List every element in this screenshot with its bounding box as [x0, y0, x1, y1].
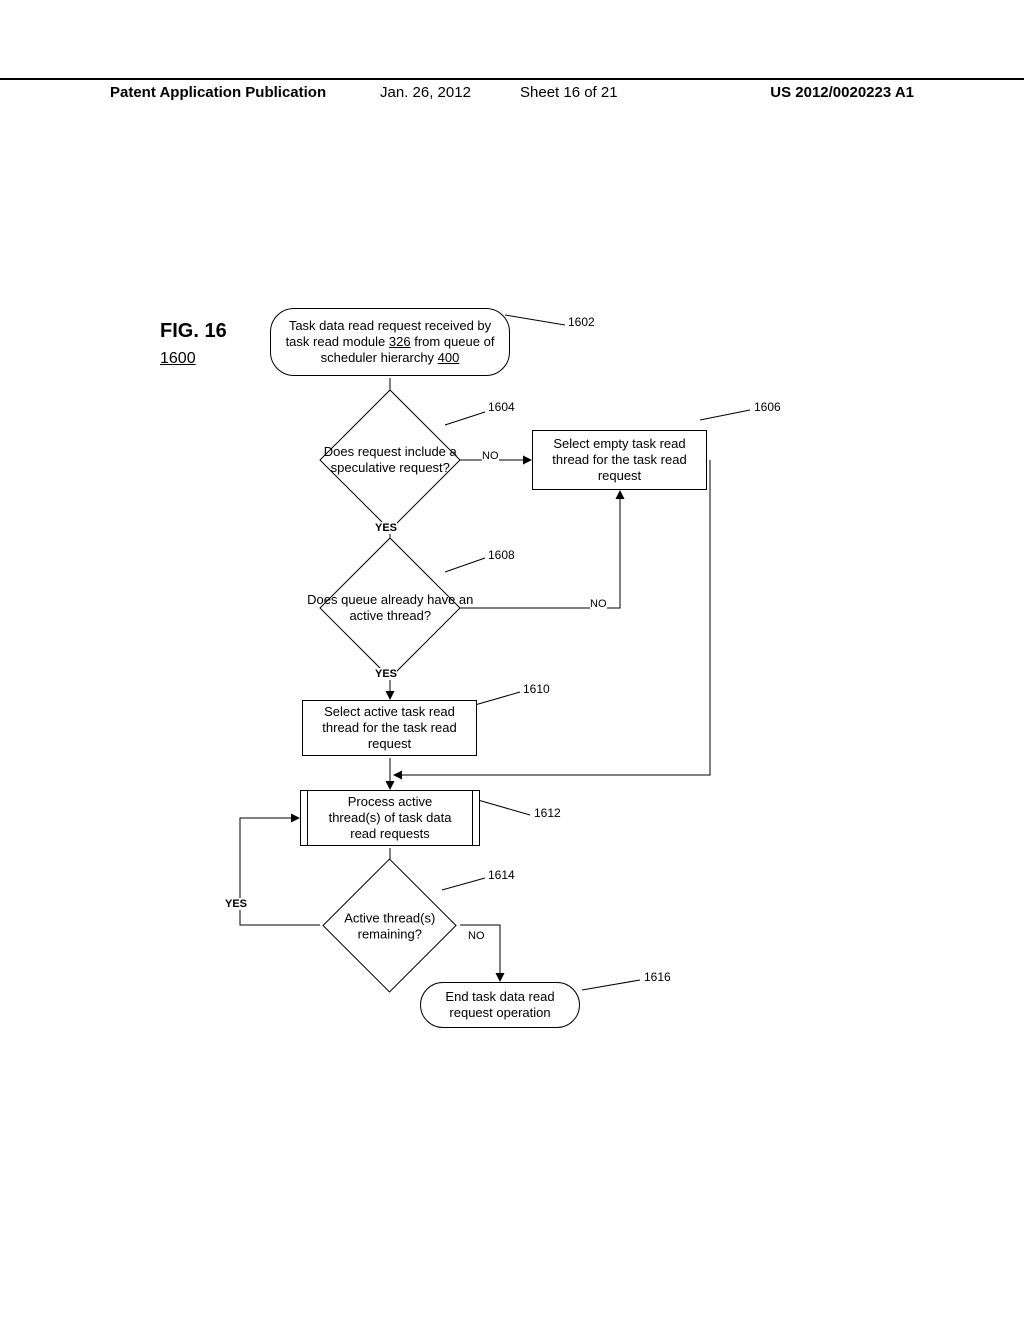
ref-1602: 1602	[568, 315, 595, 329]
n1602-line2-pre: task read module	[286, 334, 389, 349]
edge-1614-no: NO	[468, 930, 485, 942]
n1604-text: Does request include a speculative reque…	[305, 444, 475, 475]
n1616-text: End task data read request operation	[431, 989, 569, 1022]
ref-1616: 1616	[644, 970, 671, 984]
n1602-line2-post: from queue of	[411, 334, 495, 349]
n1612-text: Process active thread(s) of task data re…	[311, 794, 469, 843]
header-publication: Patent Application Publication	[110, 84, 326, 101]
node-process-active-threads: Process active thread(s) of task data re…	[300, 790, 480, 846]
n1602-line1: Task data read request received by	[289, 318, 491, 333]
ref-1604: 1604	[488, 400, 515, 414]
n1602-line3-u: 400	[438, 350, 460, 365]
header-date: Jan. 26, 2012	[380, 84, 471, 101]
n1606-text: Select empty task read thread for the ta…	[543, 436, 696, 485]
page-header: Patent Application Publication Jan. 26, …	[0, 78, 1024, 84]
edge-1604-no: NO	[482, 450, 499, 462]
n1614-text: Active thread(s) remaining?	[320, 910, 460, 941]
header-sheet: Sheet 16 of 21	[520, 84, 618, 101]
n1602-line3-pre: scheduler hierarchy	[321, 350, 438, 365]
node-end: End task data read request operation	[420, 982, 580, 1028]
edge-1608-yes: YES	[375, 668, 397, 680]
ref-1606: 1606	[754, 400, 781, 414]
edge-1608-no: NO	[590, 598, 607, 610]
n1608-text: Does queue already have an active thread…	[305, 592, 475, 623]
ref-1612: 1612	[534, 806, 561, 820]
figure-title: FIG. 16	[160, 320, 227, 343]
node-select-empty-thread: Select empty task read thread for the ta…	[532, 430, 707, 490]
n1602-line2-u: 326	[389, 334, 411, 349]
ref-1610: 1610	[523, 682, 550, 696]
edge-1614-yes: YES	[225, 898, 247, 910]
ref-1614: 1614	[488, 868, 515, 882]
node-select-active-thread: Select active task read thread for the t…	[302, 700, 477, 756]
header-pubno: US 2012/0020223 A1	[770, 84, 914, 101]
edge-1604-yes: YES	[375, 522, 397, 534]
flowchart: Task data read request received by task …	[220, 300, 820, 1120]
ref-1608: 1608	[488, 548, 515, 562]
n1610-text: Select active task read thread for the t…	[313, 704, 466, 753]
node-start-request-received: Task data read request received by task …	[270, 308, 510, 376]
figure-number: 1600	[160, 350, 196, 368]
